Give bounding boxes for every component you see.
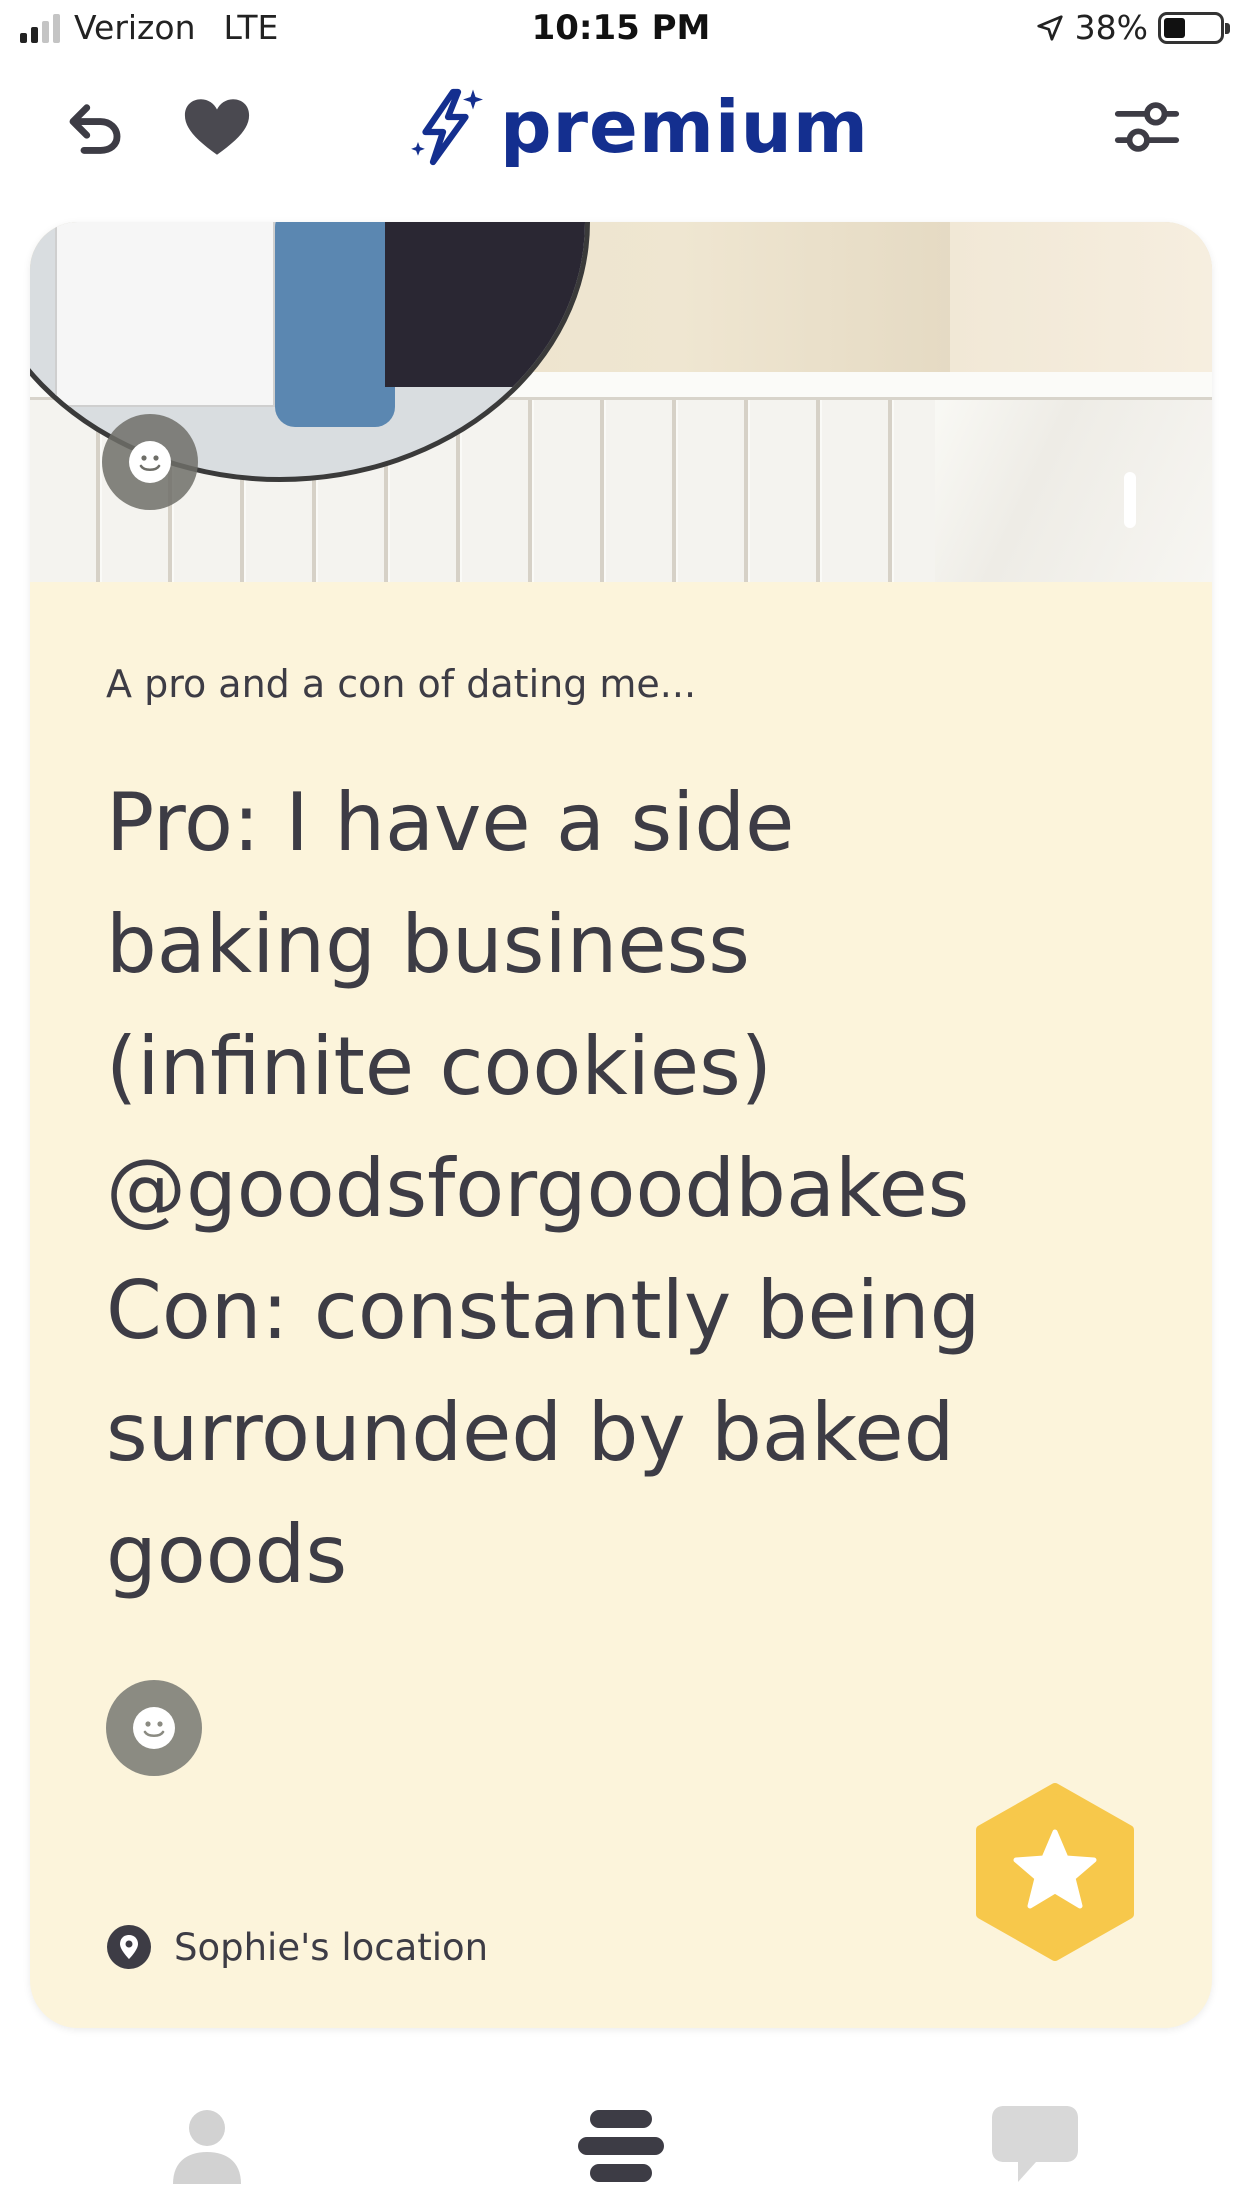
battery-percent: 38% [1074,8,1148,47]
nav-chat[interactable] [980,2096,1090,2196]
photo-corner-wall [950,222,1212,382]
lightning-sparkle-icon [411,88,483,166]
location-label: Sophie's location [174,1925,489,1969]
react-photo-button[interactable] [102,414,198,510]
photo-corner [935,372,1212,582]
status-bar: Verizon LTE 10:15 PM 38% [0,0,1242,62]
star-icon [976,1783,1134,1961]
brand-logo: premium [410,82,869,172]
profile-card[interactable]: A pro and a con of dating me... Pro: I h… [30,222,1212,2028]
prompt-question: A pro and a con of dating me... [106,662,697,706]
status-right: 38% [1035,8,1230,47]
discover-icon [578,2110,664,2182]
filters-button[interactable] [1110,90,1184,164]
filter-sliders-icon [1114,102,1180,152]
superlike-button[interactable] [965,1782,1145,1962]
like-button[interactable] [180,90,254,164]
react-prompt-button[interactable] [106,1680,202,1776]
profile-photo[interactable] [30,222,1212,582]
location-arrow-icon [1037,14,1063,41]
smiley-icon [133,1707,175,1749]
undo-button[interactable] [58,90,132,164]
nav-discover[interactable] [566,2096,676,2196]
prompt-answer: Pro: I have a side baking business (infi… [106,776,981,1601]
photo-scroll-indicator [1124,472,1136,528]
heart-icon [184,99,250,155]
undo-icon [69,104,121,154]
smiley-icon [129,441,171,483]
brand-premium: premium [500,85,869,169]
chat-icon [992,2106,1078,2182]
nav-profile[interactable] [152,2096,262,2196]
location-pin-icon [107,1925,151,1969]
profile-icon [173,2110,241,2184]
top-header: premium [0,62,1242,192]
location-row: Sophie's location [106,1924,488,1970]
bottom-nav [0,2040,1242,2208]
battery-icon [1158,11,1230,44]
